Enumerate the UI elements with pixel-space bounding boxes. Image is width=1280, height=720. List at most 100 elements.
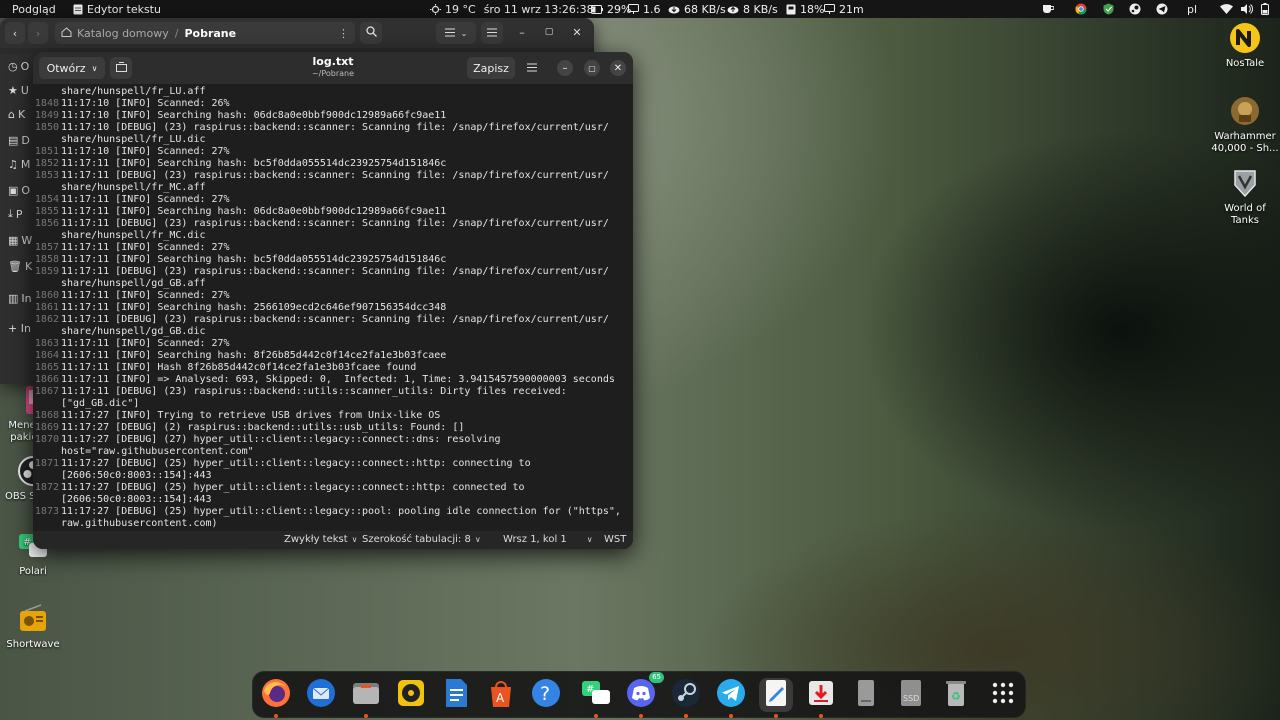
maximize-button[interactable]: ▢ bbox=[541, 24, 557, 40]
sidebar-item-home[interactable]: ⌂ K bbox=[8, 104, 32, 124]
line-text: 11:17:11 [DEBUG] (23) raspirus::backend:… bbox=[61, 314, 609, 325]
sidebar-item-starred[interactable]: ★ U bbox=[8, 80, 32, 100]
cursor-position-selector[interactable]: Wrsz 1, kol 1 ∨ bbox=[503, 534, 593, 545]
dock-item-steam[interactable] bbox=[669, 678, 703, 718]
world-of-tanks-icon bbox=[1229, 167, 1261, 199]
telegram-tray-icon[interactable] bbox=[1156, 0, 1168, 18]
minimize-button[interactable]: – bbox=[514, 24, 530, 40]
line-text: [2606:50c0:8003::154]:443 bbox=[61, 470, 212, 481]
sidebar-item-videos[interactable]: ▦ W bbox=[8, 230, 32, 250]
net-up-indicator[interactable]: 8 KB/s bbox=[727, 0, 778, 18]
sidebar-item-other[interactable]: ▥ In bbox=[8, 288, 32, 308]
home-icon bbox=[61, 26, 72, 40]
uptime: 21m bbox=[839, 2, 864, 16]
chrome-tray-icon[interactable] bbox=[1075, 0, 1087, 18]
dock-item-discord[interactable]: 65 bbox=[624, 672, 664, 718]
text-line: 1857 11:17:11 [INFO] Scanned: 27% bbox=[33, 242, 633, 254]
shield-tray-icon[interactable] bbox=[1103, 0, 1114, 18]
dock-item-polari[interactable]: # bbox=[579, 678, 613, 718]
dock-item-rhythmbox[interactable] bbox=[394, 678, 428, 712]
ssd-icon: SSD bbox=[895, 677, 927, 713]
text-line: 1852 11:17:11 [INFO] Searching hash: bc5f… bbox=[33, 158, 633, 170]
line-number: 1861 bbox=[34, 302, 59, 313]
coffee-tray-icon[interactable] bbox=[1042, 0, 1054, 18]
line-text: 11:17:11 [INFO] Scanned: 27% bbox=[61, 194, 230, 205]
sidebar-item-music[interactable]: ♫ M bbox=[8, 154, 32, 174]
open-button[interactable]: Otwórz ∨ bbox=[39, 57, 105, 79]
search-button[interactable] bbox=[360, 22, 382, 44]
save-button[interactable]: Zapisz bbox=[467, 57, 515, 79]
sidebar-item-downloads[interactable]: ⤓ P bbox=[8, 204, 32, 224]
syntax-label: Zwykły tekst bbox=[284, 534, 348, 545]
wifi-icon[interactable] bbox=[1220, 0, 1233, 18]
desktop-icon-shortwave[interactable]: Shortwave bbox=[0, 603, 68, 651]
volume-icon[interactable] bbox=[1241, 0, 1253, 18]
activities-button[interactable]: Podgląd bbox=[12, 0, 56, 18]
text-line: 1854 11:17:11 [INFO] Scanned: 27% bbox=[33, 194, 633, 206]
uptime-indicator[interactable]: 21m bbox=[824, 0, 864, 18]
screen-icon bbox=[824, 4, 835, 14]
text-line: share/hunspell/fr_LU.aff bbox=[33, 86, 633, 98]
sidebar-item-label: D bbox=[21, 133, 30, 147]
list-view-icon bbox=[444, 27, 455, 40]
syntax-selector[interactable]: Zwykły tekst ∨ bbox=[284, 534, 358, 545]
desktop-icon-world-of-tanks[interactable]: World of Tanks bbox=[1210, 167, 1280, 227]
sidebar-item-documents[interactable]: ▤ D bbox=[8, 130, 32, 150]
view-toggle-button[interactable]: ⌄ bbox=[436, 22, 476, 44]
text-line: 1850 11:17:10 [DEBUG] (23) raspirus::back… bbox=[33, 122, 633, 134]
dock-item-show-apps[interactable] bbox=[986, 678, 1020, 712]
dock-item-drive[interactable] bbox=[849, 678, 883, 712]
back-button[interactable]: ‹ bbox=[5, 22, 25, 44]
sidebar-item-pictures[interactable]: ▣ O bbox=[8, 180, 32, 200]
dock-item-help[interactable]: ? bbox=[529, 678, 563, 712]
text-line: 1855 11:17:11 [INFO] Searching hash: 06dc… bbox=[33, 206, 633, 218]
net-down-indicator[interactable]: 68 KB/s bbox=[668, 0, 726, 18]
line-text: 11:17:10 [INFO] Scanned: 26% bbox=[61, 98, 230, 109]
clock-area[interactable]: 19 °C śro 11 wrz 13:26:38 bbox=[430, 0, 594, 18]
forward-button[interactable]: › bbox=[28, 22, 48, 44]
minimize-button[interactable]: – bbox=[557, 60, 573, 76]
breadcrumb[interactable]: Katalog domowy / Pobrane ⋮ bbox=[55, 22, 355, 44]
text-line: 1858 11:17:11 [INFO] Searching hash: bc5f… bbox=[33, 254, 633, 266]
close-button[interactable]: ✕ bbox=[569, 24, 585, 40]
dock-item-ssd[interactable]: SSD bbox=[894, 678, 928, 712]
dock-item-update-manager[interactable] bbox=[804, 678, 838, 718]
dock-item-firefox[interactable] bbox=[259, 678, 293, 718]
sidebar-item-trash[interactable]: 🗑︎ K bbox=[8, 256, 32, 276]
maximize-button[interactable]: ▢ bbox=[584, 60, 600, 76]
more-vertical-icon[interactable]: ⋮ bbox=[338, 27, 349, 40]
dock-item-libreoffice-writer[interactable] bbox=[439, 678, 473, 712]
battery-tray-icon[interactable] bbox=[1261, 0, 1269, 18]
sidebar-item-other-locations[interactable]: + In bbox=[8, 318, 32, 338]
keyboard-layout[interactable]: pl bbox=[1187, 0, 1197, 18]
text-line: share/hunspell/gd_GB.dic bbox=[33, 326, 633, 338]
app-menu[interactable]: Edytor tekstu bbox=[73, 0, 161, 18]
text-view[interactable]: 184711:17:10 [DEBUG] (23) raspirus::back… bbox=[33, 84, 633, 531]
desktop-icon-label: NosTale bbox=[1225, 58, 1265, 69]
dock-item-files[interactable] bbox=[349, 678, 383, 718]
text-editor-icon bbox=[760, 677, 792, 713]
dock-item-telegram[interactable] bbox=[714, 678, 748, 718]
disk-indicator[interactable]: 18% bbox=[786, 0, 824, 18]
tab-width-selector[interactable]: Szerokość tabulacji: 8 ∨ bbox=[362, 534, 481, 545]
text-editor-window: Otwórz ∨ log.txt ~/Pobrane Zapisz – ▢ ✕ … bbox=[33, 52, 633, 549]
dock-item-trash[interactable]: ♻ bbox=[939, 678, 973, 712]
steam-tray-icon[interactable] bbox=[1129, 0, 1141, 18]
battery-indicator[interactable]: 29% bbox=[591, 0, 631, 18]
insert-mode-indicator[interactable]: WST bbox=[604, 534, 626, 545]
dock-item-thunderbird[interactable] bbox=[304, 678, 338, 712]
sidebar-item-recent[interactable]: ◷ O bbox=[8, 56, 32, 76]
dock-item-app-center[interactable]: A bbox=[484, 678, 518, 712]
editor-menu-button[interactable] bbox=[521, 57, 543, 79]
menu-button[interactable] bbox=[481, 22, 503, 44]
new-tab-button[interactable] bbox=[110, 57, 132, 79]
breadcrumb-current[interactable]: Pobrane bbox=[184, 27, 236, 40]
line-number bbox=[33, 494, 61, 506]
close-button[interactable]: ✕ bbox=[610, 60, 626, 76]
new-tab-icon bbox=[115, 61, 127, 75]
desktop-icon-warhammer[interactable]: Warhammer 40,000 - Sh... bbox=[1210, 95, 1280, 155]
cpu-load-indicator[interactable]: 1.6 bbox=[628, 0, 661, 18]
dock-item-text-editor[interactable] bbox=[759, 677, 793, 718]
desktop-icon-nostale[interactable]: NosTale bbox=[1210, 22, 1280, 70]
breadcrumb-home[interactable]: Katalog domowy bbox=[77, 27, 169, 40]
